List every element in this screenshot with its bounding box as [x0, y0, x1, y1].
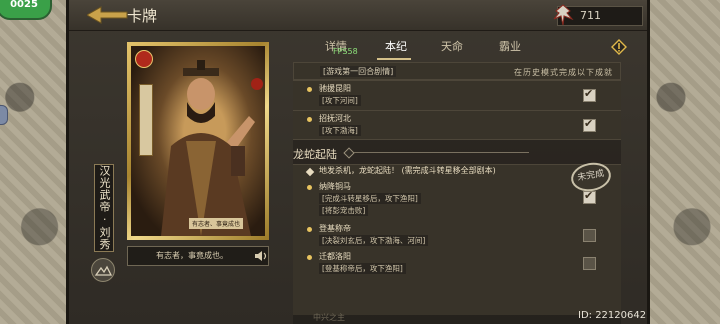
- bullet-icon: [307, 255, 312, 260]
- card-seal-icon: [135, 50, 153, 68]
- list-item: [游戏第一回合剧情] 在历史模式完成以下成就: [293, 62, 621, 80]
- card-cartouche: [139, 84, 153, 156]
- section-subtitle: 地发杀机，龙蛇起陆！ (需完成斗转星移全部剧本): [319, 166, 496, 175]
- quest-title: 招抚河北: [319, 114, 351, 123]
- quest-title: 登基称帝: [319, 224, 351, 233]
- mode-hint: 在历史模式完成以下成就: [514, 68, 613, 77]
- card-window: 卡牌 711 有志者、事竟成也 汉光武帝 · 刘秀 有志者，事竟成也。 详情 本…: [66, 0, 650, 324]
- active-tab-indicator: [377, 58, 411, 60]
- quest-sub: [攻下河间]: [319, 95, 361, 106]
- back-arrow-icon[interactable]: [87, 5, 131, 25]
- section-title: 龙蛇起陆: [293, 148, 337, 161]
- quest-checkbox: [583, 229, 596, 242]
- list-item-sub: [游戏第一回合剧情]: [320, 66, 397, 77]
- quest-checkbox: [583, 257, 596, 270]
- speaker-icon[interactable]: [254, 250, 268, 262]
- hero-name-scroll: 汉光武帝 · 刘秀: [94, 164, 114, 252]
- card-art: 有志者、事竟成也: [131, 46, 265, 236]
- quest-sub: [完成斗转星移后，攻下渔阳]: [319, 193, 421, 204]
- card-star-icon: [251, 78, 263, 90]
- hero-quote-bar: 有志者，事竟成也。: [127, 246, 269, 266]
- hero-name: 汉光武帝 · 刘秀: [98, 165, 111, 251]
- tab-hegemony[interactable]: 霸业: [499, 38, 521, 54]
- card-round-button[interactable]: [91, 258, 115, 282]
- bullet-icon: [307, 185, 312, 190]
- header-bar: 卡牌 711: [69, 0, 647, 31]
- hero-card[interactable]: 有志者、事竟成也: [127, 42, 269, 240]
- hero-quote: 有志者，事竟成也。: [156, 251, 228, 260]
- player-id: ID: 22120642: [578, 310, 647, 321]
- quest-checkbox: [583, 117, 596, 132]
- list-item: 招抚河北 [攻下渤海]: [293, 110, 621, 140]
- tab-annals[interactable]: 本纪: [385, 38, 407, 54]
- quest-checkbox: [583, 87, 596, 102]
- content-panel: 详情 本纪 天命 霸业 FPS58 [游戏第一回合剧情] 在历史模式完成以下成就…: [281, 34, 643, 324]
- achievement-list[interactable]: [游戏第一回合剧情] 在历史模式完成以下成就 驰援昆阳 [攻下河间] 招抚河北 …: [293, 62, 621, 324]
- eagle-icon: [553, 4, 574, 26]
- quest-sub: [攻下渤海]: [319, 125, 361, 136]
- left-decorative-panel: 0025: [0, 0, 66, 324]
- tab-bar: 详情 本纪 天命 霸业 FPS58: [281, 36, 643, 60]
- next-section-hint: 中兴之主: [313, 313, 345, 322]
- section-divider: [349, 152, 529, 153]
- list-item: 驰援昆阳 [攻下河间]: [293, 80, 621, 111]
- currency-value: 711: [580, 9, 601, 22]
- currency-display: 711: [553, 4, 643, 26]
- quest-title: 迁都洛阳: [319, 252, 351, 261]
- bullet-icon: [307, 117, 312, 122]
- section-diamond-icon: [305, 167, 315, 177]
- quest-sub: [登基称帝后，攻下渔阳]: [319, 263, 406, 274]
- fps-counter: FPS58: [333, 47, 358, 56]
- mountain-icon: [94, 265, 113, 276]
- quest-sub: [决裂刘玄后，攻下渤海、河间]: [319, 235, 429, 246]
- card-inner-quote: 有志者、事竟成也: [189, 218, 244, 229]
- quest-checkbox: [583, 189, 596, 204]
- bullet-icon: [307, 227, 312, 232]
- section-block: 地发杀机，龙蛇起陆！ (需完成斗转星移全部剧本) 未完成 纳降铜马 [完成斗转星…: [293, 159, 621, 315]
- warning-icon[interactable]: [611, 39, 627, 55]
- bullet-icon: [307, 87, 312, 92]
- quest-title: 驰援昆阳: [319, 84, 351, 93]
- right-decorative-panel: [650, 0, 720, 324]
- page-title: 卡牌: [127, 7, 158, 25]
- quest-sub: [将彭宠击败]: [319, 205, 369, 216]
- quest-title: 纳降铜马: [319, 182, 351, 191]
- home-badge[interactable]: 0025: [0, 0, 52, 20]
- side-drawer-handle[interactable]: [0, 105, 8, 125]
- tab-destiny[interactable]: 天命: [441, 38, 463, 54]
